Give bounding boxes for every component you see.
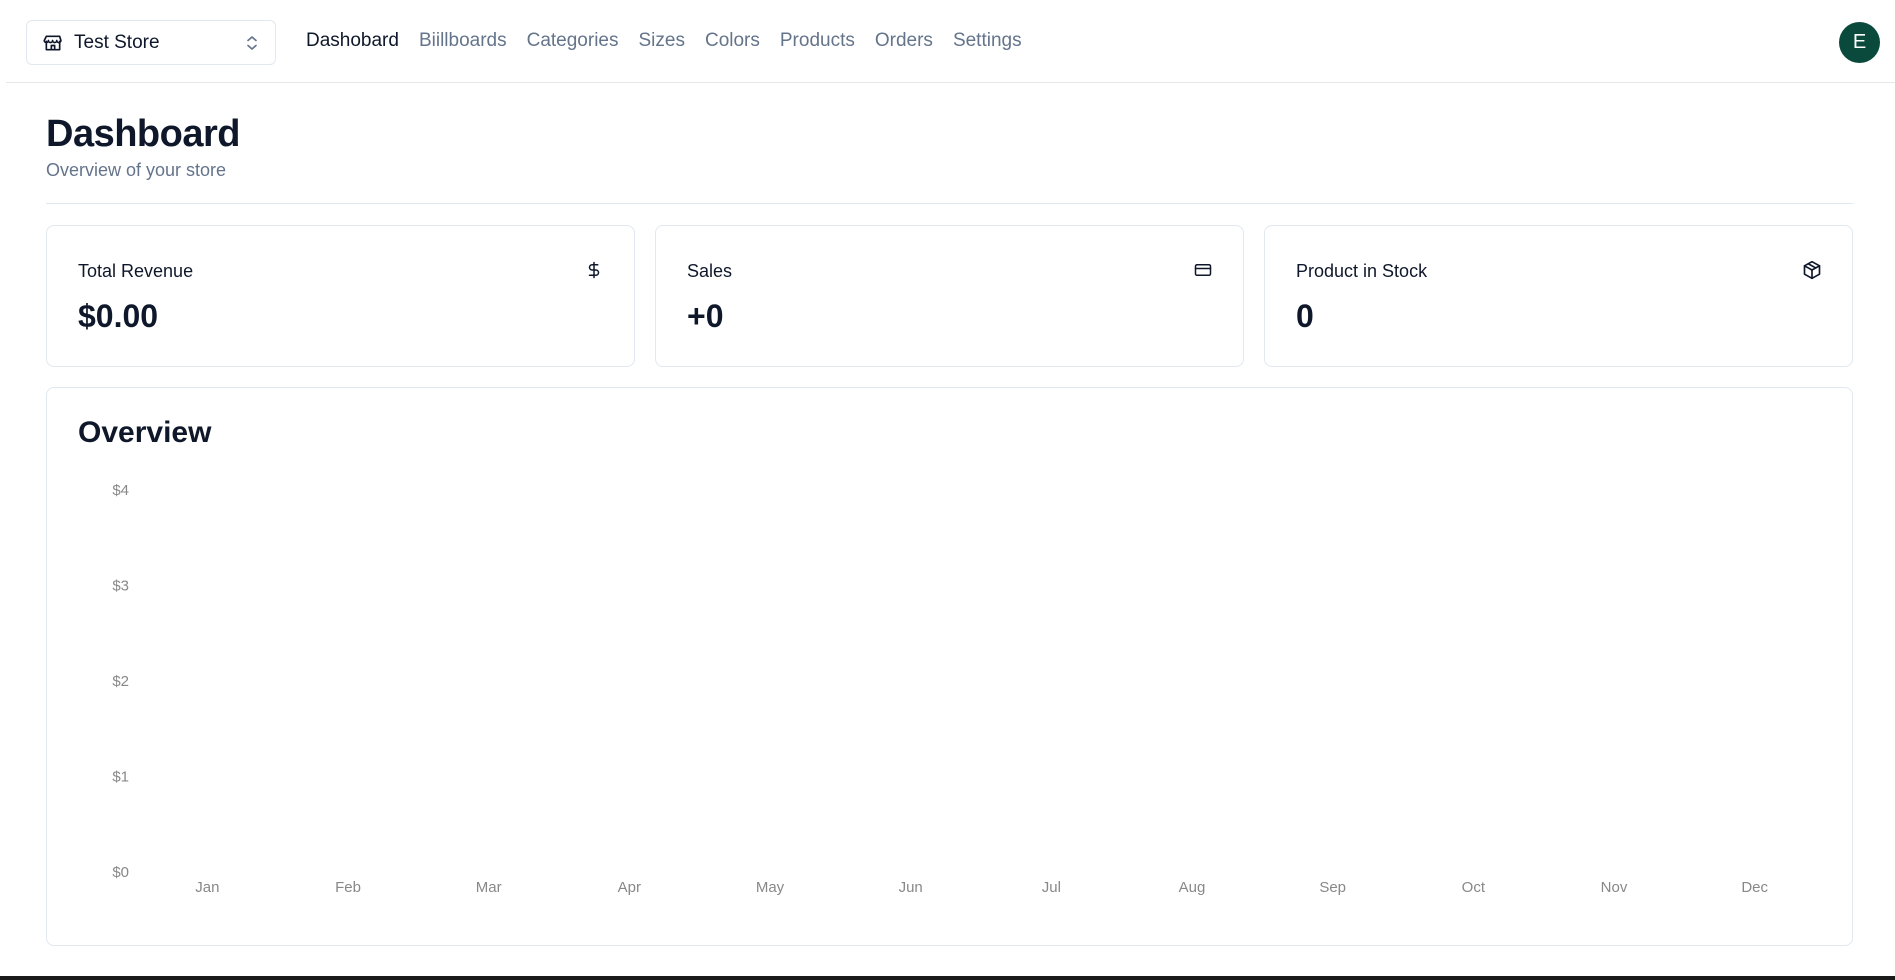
card-value: 0 [1296,298,1314,334]
main-nav: Dashobard Biillboards Categories Sizes C… [306,30,1022,52]
store-switcher[interactable]: Test Store [26,20,276,65]
credit-card-icon [1193,260,1213,280]
card-value: $0.00 [78,298,159,334]
x-tick-label: Dec [1741,879,1768,896]
chevrons-up-down-icon [245,33,261,53]
page-header: Dashboard Overview of your store [46,112,240,181]
page-subtitle: Overview of your store [46,160,227,180]
nav-link-products[interactable]: Products [780,30,855,52]
nav-link-colors[interactable]: Colors [705,30,760,52]
y-tick-label: $1 [112,769,129,786]
overview-card: Overview $0 $1 $2 $3 $4 Jan Feb Mar Apr May Jun Jul… [46,387,1853,946]
x-tick-label: May [756,879,785,896]
package-icon [1802,260,1822,280]
x-tick-label: Oct [1462,879,1486,896]
x-tick-label: Mar [476,879,502,896]
nav-link-sizes[interactable]: Sizes [639,30,685,52]
nav-link-settings[interactable]: Settings [953,30,1022,52]
sales-card: Sales +0 [655,225,1244,367]
page-title: Dashboard [46,113,240,155]
x-tick-label: Aug [1179,879,1206,896]
y-tick-label: $2 [112,673,129,690]
x-tick-label: Apr [618,879,641,896]
x-tick-label: Jul [1042,879,1061,896]
nav-link-orders[interactable]: Orders [875,30,933,52]
nav-link-categories[interactable]: Categories [527,30,619,52]
x-tick-label: Jan [195,879,219,896]
store-name: Test Store [74,31,160,53]
user-avatar[interactable]: E [1839,22,1880,63]
dollar-sign-icon [584,260,604,280]
top-navbar: Test Store Dashobard Biillboards Categor… [6,0,1895,83]
x-tick-label: Feb [335,879,361,896]
y-tick-label: $3 [112,578,129,595]
x-tick-label: Sep [1319,879,1346,896]
y-tick-label: $4 [112,482,129,499]
store-icon [43,33,63,53]
card-title: Sales [687,261,733,281]
product-in-stock-card: Product in Stock 0 [1264,225,1853,367]
x-tick-label: Jun [899,879,923,896]
nav-link-dashboard[interactable]: Dashobard [306,30,399,52]
total-revenue-card: Total Revenue $0.00 [46,225,635,367]
bottom-edge [0,976,1895,980]
nav-link-billboards[interactable]: Biillboards [419,30,507,52]
x-tick-label: Nov [1601,879,1628,896]
header-divider [46,203,1853,204]
card-value: +0 [687,298,724,334]
card-title: Total Revenue [78,261,194,281]
y-tick-label: $0 [112,864,129,881]
overview-chart: $0 $1 $2 $3 $4 Jan Feb Mar Apr May Jun Jul Aug Sep Oct… [112,482,1768,896]
card-title: Product in Stock [1296,261,1428,281]
